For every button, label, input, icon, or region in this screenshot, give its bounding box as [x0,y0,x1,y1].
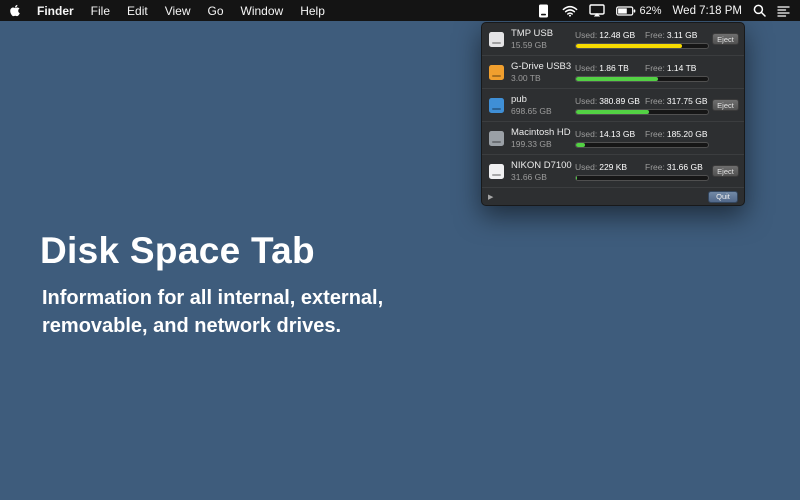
battery-percent: 62% [639,4,662,17]
drive-capacity: 3.00 TB [511,73,541,83]
menu-item-view[interactable]: View [165,4,191,18]
capacity-bar [575,42,709,49]
camera-card-drive-icon [489,163,504,179]
used-label: Used: [575,161,598,172]
eject-button[interactable]: Eject [712,99,739,111]
used-label: Used: [575,95,598,106]
notification-center-icon[interactable] [777,5,790,17]
spotlight-icon[interactable] [753,4,766,17]
drive-row-tmp-usb: TMP USB 15.59 GB Used: 12.48 GB Free: 3.11… [482,23,744,56]
free-value: 185.20 GB [666,128,708,139]
drive-row-pub: pub 698.65 GB Used: 380.89 GB Free: 317.75… [482,89,744,122]
drive-row-g-drive: G-Drive USB3 3.00 TB Used: 1.86 TB Free: 1… [482,56,744,89]
free-label: Free: [645,29,665,40]
drive-name: NIKON D7100 [511,160,572,171]
eject-button[interactable]: Eject [712,33,739,45]
menu-item-go[interactable]: Go [208,4,224,18]
external-drive-icon [489,31,504,47]
drive-name: G-Drive USB3 [511,61,572,72]
network-drive-icon [489,97,504,113]
used-value: 12.48 GB [599,29,636,40]
menu-item-help[interactable]: Help [300,4,325,18]
free-value: 31.66 GB [666,161,703,172]
menu-item-window[interactable]: Window [241,4,284,18]
disk-space-popover: TMP USB 15.59 GB Used: 12.48 GB Free: 3.11… [481,22,745,206]
drive-name: pub [511,94,527,105]
menu-item-edit[interactable]: Edit [127,4,148,18]
drive-capacity: 698.65 GB [511,106,552,116]
capacity-bar [575,75,709,82]
subtitle-line-2: removable, and network drives. [42,315,341,337]
expand-options-icon[interactable]: ▶ [488,193,493,201]
desktop: Finder File Edit View Go Window Help 62%… [0,0,800,500]
used-label: Used: [575,128,598,139]
menu-app-name[interactable]: Finder [37,4,74,18]
quit-button[interactable]: Quit [708,190,738,203]
apple-icon[interactable] [10,4,20,17]
page-title: Disk Space Tab [40,230,315,271]
used-value: 380.89 GB [599,95,640,106]
drive-capacity: 31.66 GB [511,172,547,182]
used-value: 229 KB [599,161,628,172]
used-label: Used: [575,29,598,40]
free-label: Free: [645,62,665,73]
disk-space-tab-status-icon[interactable] [536,4,551,18]
popover-footer: ▶ Quit [482,188,744,205]
battery-indicator[interactable]: 62% [615,4,662,17]
capacity-bar [575,174,709,181]
drive-capacity: 199.33 GB [511,139,552,149]
drive-row-macintosh-hd: Macintosh HD 199.33 GB Used: 14.13 GB Fre… [482,122,744,155]
drive-name: Macintosh HD [511,127,571,138]
free-value: 3.11 GB [666,29,698,40]
used-value: 14.13 GB [599,128,636,139]
free-label: Free: [645,95,665,106]
free-label: Free: [645,128,665,139]
free-value: 317.75 GB [666,95,708,106]
menu-bar: Finder File Edit View Go Window Help 62%… [0,0,800,21]
airplay-display-icon[interactable] [588,4,605,17]
free-label: Free: [645,161,665,172]
page-subtitle: Information for all internal, external, … [42,284,383,340]
free-value: 1.14 TB [666,62,697,73]
drive-row-nikon-d7100: NIKON D7100 31.66 GB Used: 229 KB Free: 31… [482,155,744,188]
capacity-bar [575,108,709,115]
subtitle-line-1: Information for all internal, external, [42,287,384,309]
battery-icon [615,5,635,16]
wifi-icon[interactable] [562,5,578,17]
menu-item-file[interactable]: File [91,4,110,18]
menu-clock[interactable]: Wed 7:18 PM [673,5,742,17]
external-drive-icon [489,64,504,80]
eject-button[interactable]: Eject [712,165,739,177]
used-label: Used: [575,62,598,73]
drive-name: TMP USB [511,28,554,39]
capacity-bar [575,141,709,148]
used-value: 1.86 TB [599,62,629,73]
drive-capacity: 15.59 GB [511,40,547,50]
internal-drive-icon [489,130,504,146]
